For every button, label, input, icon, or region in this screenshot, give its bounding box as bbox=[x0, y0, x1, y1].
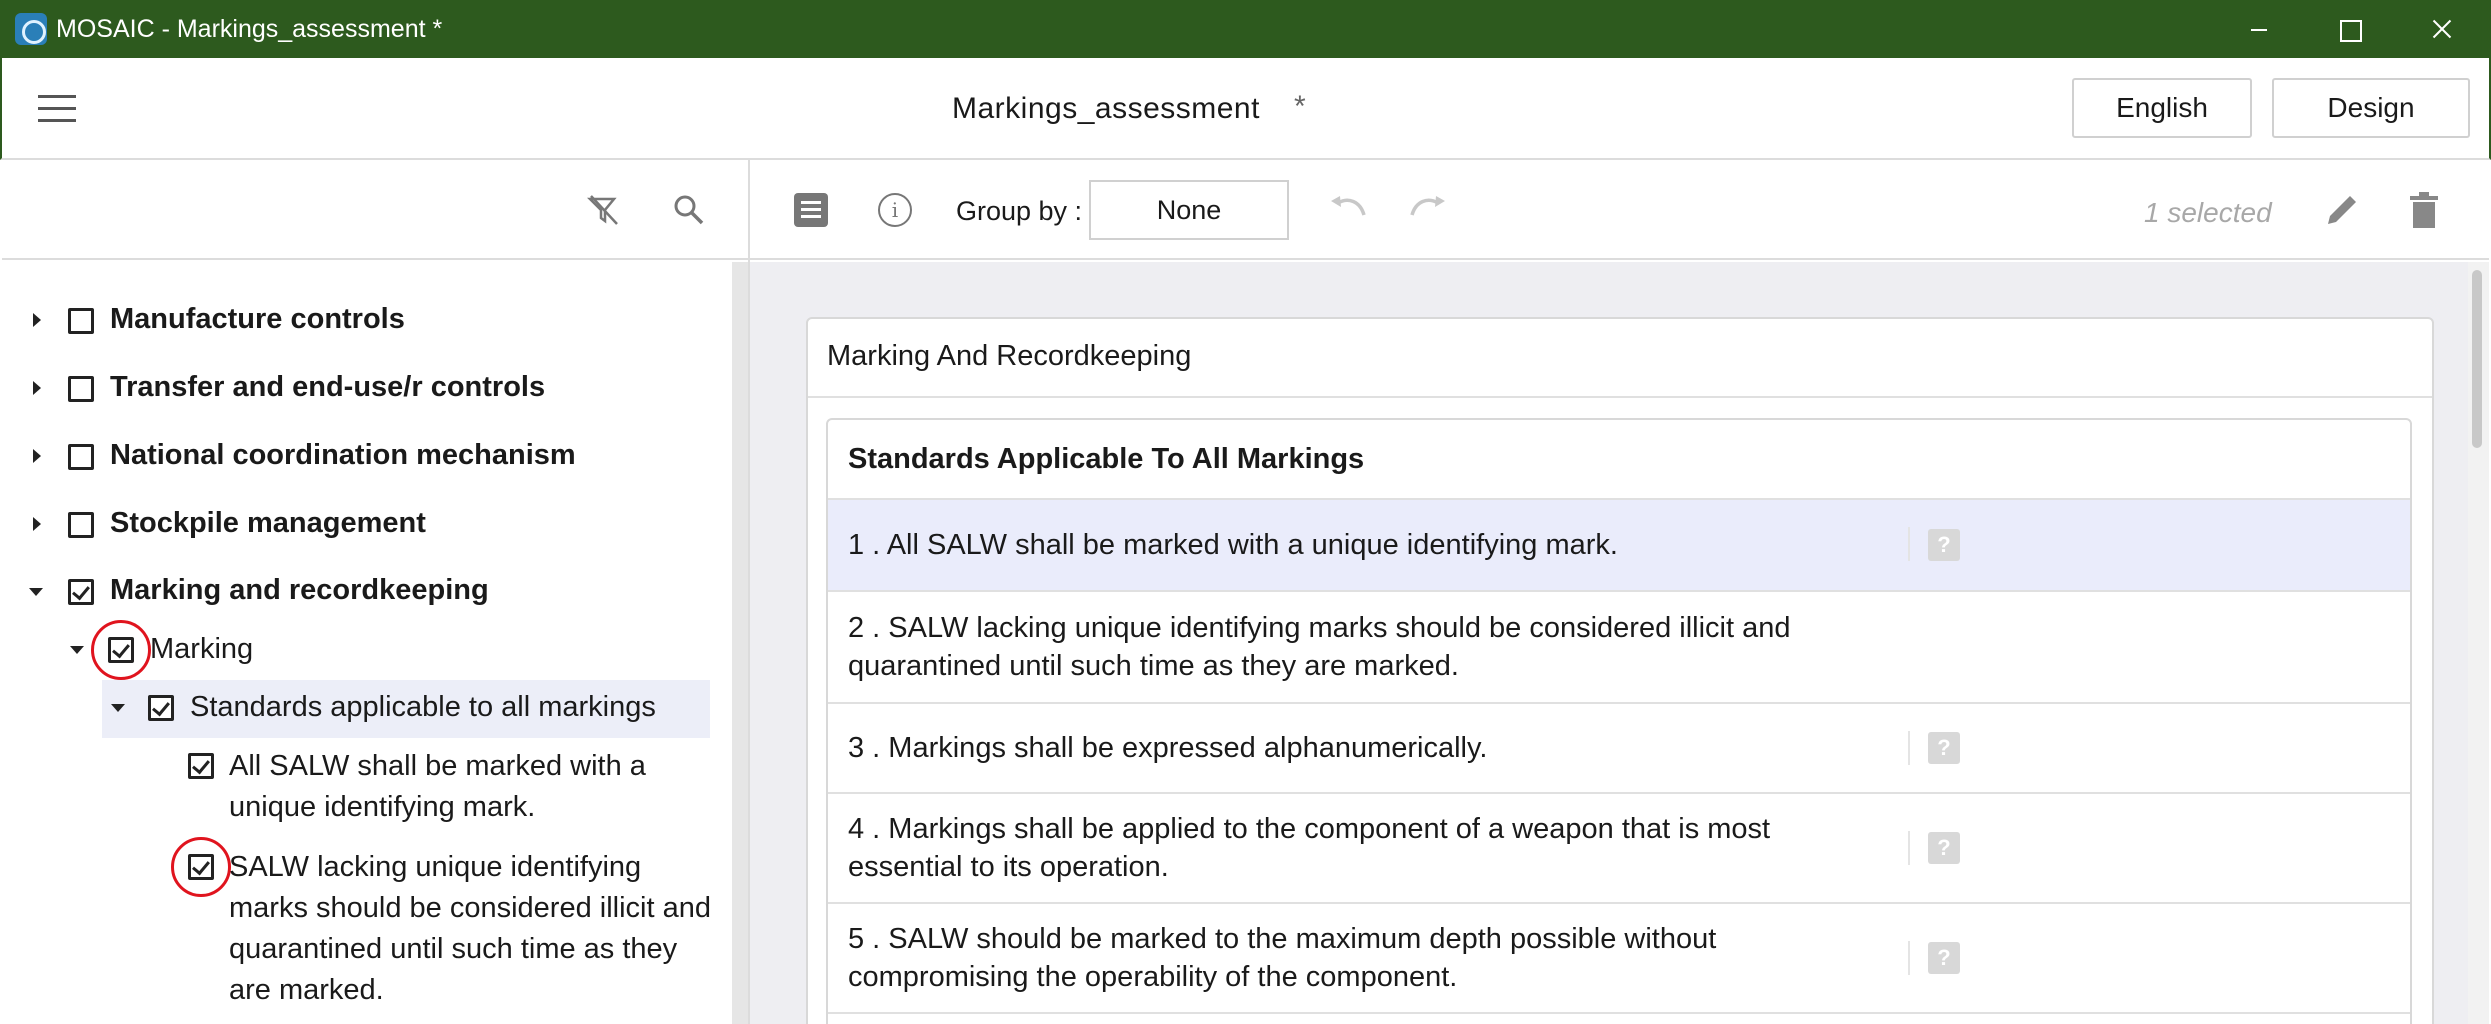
expand-caret-icon[interactable] bbox=[33, 381, 41, 395]
tree-checkbox[interactable] bbox=[148, 695, 174, 721]
content-toolbar: i Group by : None 1 selected bbox=[750, 160, 2489, 260]
tree-item-question-1[interactable]: All SALW shall be marked with a unique i… bbox=[229, 746, 709, 828]
help-icon[interactable]: ? bbox=[1928, 529, 1960, 561]
info-icon[interactable]: i bbox=[878, 193, 912, 227]
language-button[interactable]: English bbox=[2072, 78, 2252, 138]
expand-caret-icon[interactable] bbox=[33, 449, 41, 463]
tree-item-national-coordination[interactable]: National coordination mechanism bbox=[110, 438, 576, 472]
tree-item-marking-recordkeeping[interactable]: Marking and recordkeeping bbox=[110, 573, 489, 607]
question-row[interactable]: 1 . All SALW shall be marked with a uniq… bbox=[828, 498, 2410, 590]
scrollbar-thumb[interactable] bbox=[2472, 270, 2482, 448]
question-row[interactable]: 4 . Markings shall be applied to the com… bbox=[828, 792, 2410, 902]
menu-icon[interactable] bbox=[38, 95, 76, 123]
collapse-caret-icon[interactable] bbox=[70, 646, 84, 654]
tree-checkbox[interactable] bbox=[68, 579, 94, 605]
tree-item-transfer-controls[interactable]: Transfer and end-use/r controls bbox=[110, 370, 545, 404]
section-title: Marking And Recordkeeping bbox=[827, 340, 1192, 372]
expand-caret-icon[interactable] bbox=[33, 517, 41, 531]
collapse-caret-icon[interactable] bbox=[29, 588, 43, 596]
undo-icon[interactable] bbox=[1328, 193, 1368, 227]
close-window-button[interactable] bbox=[2396, 0, 2486, 58]
maximize-button[interactable] bbox=[2303, 0, 2393, 58]
question-text: 5 . SALW should be marked to the maximum… bbox=[848, 923, 1717, 993]
tree-item-standards-all-markings[interactable]: Standards applicable to all markings bbox=[190, 690, 656, 724]
annotation-circle bbox=[91, 620, 151, 680]
tree-checkbox[interactable] bbox=[188, 753, 214, 779]
annotation-circle bbox=[171, 837, 231, 897]
edit-icon[interactable] bbox=[2322, 190, 2362, 230]
tree-item-question-2[interactable]: SALW lacking unique identifying marks sh… bbox=[229, 847, 719, 1011]
selection-count: 1 selected bbox=[2144, 197, 2272, 228]
question-row[interactable]: 2 . SALW lacking unique identifying mark… bbox=[828, 590, 2410, 702]
app-header: Markings_assessment * English Design bbox=[0, 58, 2491, 160]
tree-checkbox[interactable] bbox=[68, 444, 94, 470]
row-separator bbox=[1908, 831, 1910, 865]
question-row[interactable]: 5 . SALW should be marked to the maximum… bbox=[828, 902, 2410, 1012]
search-icon[interactable] bbox=[672, 193, 706, 227]
help-icon[interactable]: ? bbox=[1928, 732, 1960, 764]
question-text: 4 . Markings shall be applied to the com… bbox=[848, 813, 1771, 883]
tree-item-marking[interactable]: Marking bbox=[150, 632, 253, 666]
help-icon[interactable]: ? bbox=[1928, 942, 1960, 974]
help-icon[interactable]: ? bbox=[1928, 832, 1960, 864]
group-by-select[interactable]: None bbox=[1089, 180, 1289, 240]
section-divider bbox=[808, 396, 2432, 398]
tree-checkbox[interactable] bbox=[68, 376, 94, 402]
tree-checkbox[interactable] bbox=[68, 308, 94, 334]
delete-icon[interactable] bbox=[2404, 190, 2444, 230]
row-separator bbox=[1908, 527, 1910, 561]
modified-indicator: * bbox=[1294, 90, 1306, 123]
question-row[interactable]: 3 . Markings shall be expressed alphanum… bbox=[828, 702, 2410, 792]
tree-item-manufacture-controls[interactable]: Manufacture controls bbox=[110, 302, 405, 336]
subsection-title: Standards Applicable To All Markings bbox=[848, 443, 1365, 475]
document-title: Markings_assessment bbox=[952, 92, 1260, 125]
clear-filter-icon[interactable] bbox=[587, 193, 621, 227]
design-button[interactable]: Design bbox=[2272, 78, 2470, 138]
group-by-label: Group by : bbox=[956, 196, 1083, 226]
row-separator bbox=[1908, 941, 1910, 975]
tree-checkbox[interactable] bbox=[68, 512, 94, 538]
redo-icon[interactable] bbox=[1408, 193, 1448, 227]
window-titlebar: MOSAIC - Markings_assessment * bbox=[0, 0, 2491, 58]
tree-item-stockpile-management[interactable]: Stockpile management bbox=[110, 506, 426, 540]
question-text: 2 . SALW lacking unique identifying mark… bbox=[848, 612, 1791, 682]
tree-toolbar bbox=[2, 160, 750, 260]
window-title: MOSAIC - Markings_assessment * bbox=[56, 15, 443, 43]
expand-caret-icon[interactable] bbox=[33, 313, 41, 327]
collapse-caret-icon[interactable] bbox=[111, 704, 125, 712]
question-row[interactable] bbox=[828, 1012, 2410, 1024]
list-view-icon[interactable] bbox=[794, 193, 828, 227]
question-text: 3 . Markings shall be expressed alphanum… bbox=[848, 732, 1488, 764]
row-separator bbox=[1908, 731, 1910, 765]
minimize-button[interactable] bbox=[2213, 0, 2303, 58]
app-logo-icon bbox=[15, 13, 47, 45]
question-text: 1 . All SALW shall be marked with a uniq… bbox=[848, 529, 1618, 561]
